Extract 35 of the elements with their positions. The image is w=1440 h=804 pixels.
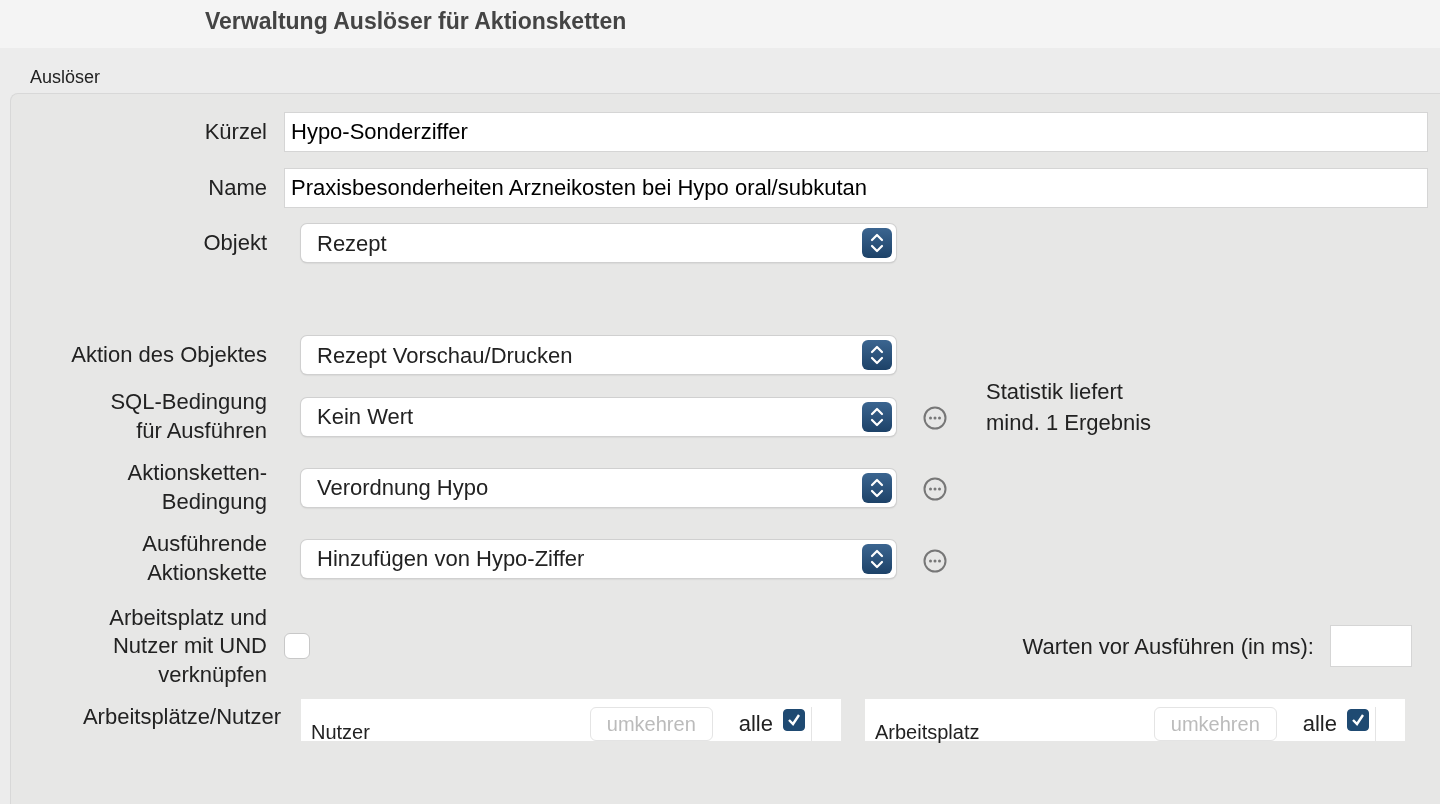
delay-label: Warten vor Ausführen (in ms): xyxy=(1022,632,1314,661)
field-label: Arbeitsplätze/Nutzer xyxy=(81,703,282,732)
dropdown[interactable]: Rezept Vorschau/Drucken xyxy=(301,336,896,374)
dropdown[interactable]: Kein Wert xyxy=(301,397,896,436)
field-label: Kürzel xyxy=(203,117,268,146)
stepper-icon xyxy=(862,228,892,258)
stepper-icon xyxy=(862,401,892,432)
ellipsis-button[interactable] xyxy=(923,548,947,573)
ellipsis-button[interactable] xyxy=(923,406,947,431)
stepper-icon xyxy=(862,472,892,503)
checkbox[interactable] xyxy=(1347,709,1369,732)
all-label: alle xyxy=(738,710,773,739)
checkbox-label: Arbeitsplatz und Nutzer mit UND verknüpfen xyxy=(108,603,268,689)
stepper-icon xyxy=(862,340,892,370)
all-label: alle xyxy=(1302,710,1337,739)
field-label: Objekt xyxy=(202,228,268,257)
dropdown[interactable]: Verordnung Hypo xyxy=(301,468,896,507)
field-label: Ausführende Aktionskette xyxy=(141,530,268,587)
list-title: Nutzer xyxy=(311,720,371,746)
dropdown[interactable]: Rezept xyxy=(301,224,896,262)
list-title: Arbeitsplatz xyxy=(875,720,981,746)
window-title: Verwaltung Auslöser für Aktionsketten xyxy=(205,8,627,34)
dropdown[interactable]: Hinzufügen von Hypo-Ziffer xyxy=(301,539,896,578)
ellipsis-button[interactable] xyxy=(923,477,947,502)
field-label: Name xyxy=(207,173,268,202)
field-label: Aktion des Objektes xyxy=(70,340,268,369)
stepper-icon xyxy=(862,543,892,574)
info-text: Statistik liefert mind. 1 Ergebnis xyxy=(985,377,1153,437)
checkbox[interactable] xyxy=(783,709,805,732)
field-label: SQL-Bedingung für Ausführen xyxy=(109,388,268,445)
delay-field[interactable] xyxy=(1330,625,1412,668)
section-label: Auslöser xyxy=(30,67,101,87)
text-field[interactable]: Hypo-Sonderziffer xyxy=(284,112,1428,152)
text-field[interactable]: Praxisbesonderheiten Arzneikosten bei Hypo oral/subkutan xyxy=(284,168,1428,208)
field-label: Aktionsketten- Bedingung xyxy=(126,459,268,516)
